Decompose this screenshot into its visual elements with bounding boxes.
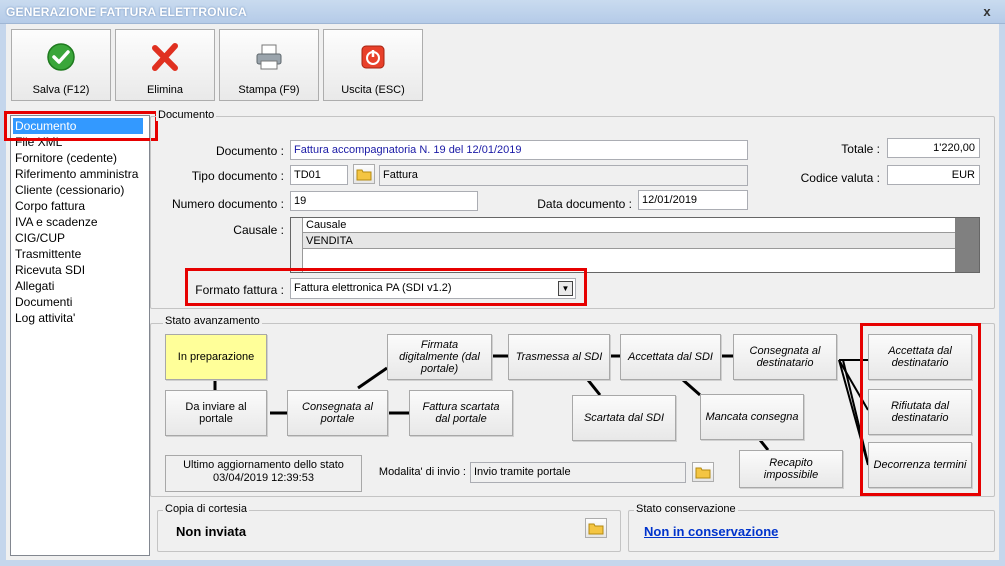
node-consegnata-destinatario: Consegnata al destinatario xyxy=(733,334,837,380)
ultimo-aggiornamento-label: Ultimo aggiornamento dello stato xyxy=(183,459,344,471)
copia-cortesia-title: Copia di cortesia xyxy=(163,503,249,515)
node-firmata: Firmata digitalmente (dal portale) xyxy=(387,334,492,380)
copia-cortesia-status: Non inviata xyxy=(176,524,247,539)
node-recapito-impossibile: Recapito impossibile xyxy=(739,450,843,488)
ultimo-aggiornamento-value: 03/04/2019 12:39:53 xyxy=(213,472,314,484)
modalita-invio-label: Modalita' di invio : xyxy=(378,466,466,478)
node-da-inviare: Da inviare al portale xyxy=(165,390,267,436)
node-scartata-portale: Fattura scartata dal portale xyxy=(409,390,513,436)
node-trasmessa-sdi: Trasmessa al SDI xyxy=(508,334,610,380)
node-scartata-sdi: Scartata dal SDI xyxy=(572,395,676,441)
folder-icon xyxy=(588,523,604,535)
highlight-esito-destinatario xyxy=(860,323,981,496)
modalita-invio-field: Invio tramite portale xyxy=(470,462,686,483)
node-accettata-sdi: Accettata dal SDI xyxy=(620,334,721,380)
node-consegnata-portale: Consegnata al portale xyxy=(287,390,388,436)
modalita-invio-browse-button[interactable] xyxy=(692,462,714,482)
node-in-preparazione: In preparazione xyxy=(165,334,267,380)
stato-conservazione-title: Stato conservazione xyxy=(634,503,738,515)
node-mancata-consegna: Mancata consegna xyxy=(700,394,804,440)
ultimo-aggiornamento-box: Ultimo aggiornamento dello stato 03/04/2… xyxy=(165,455,362,492)
stato-conservazione-link[interactable]: Non in conservazione xyxy=(644,524,778,539)
copia-cortesia-browse-button[interactable] xyxy=(585,518,607,538)
folder-icon xyxy=(695,467,711,479)
